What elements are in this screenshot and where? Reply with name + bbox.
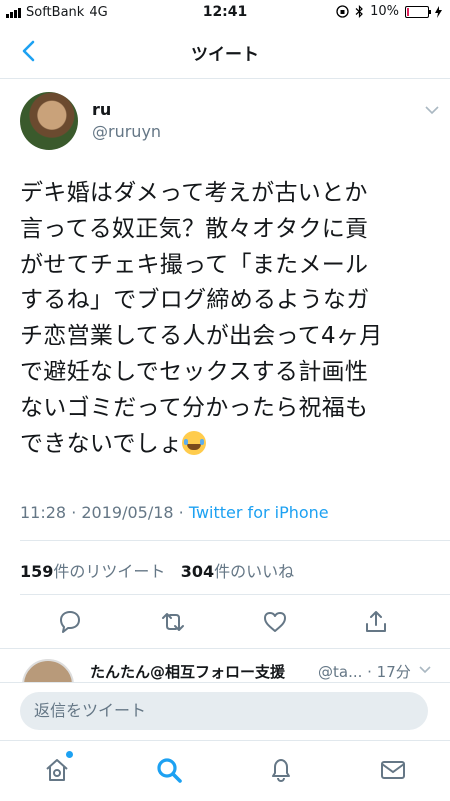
charging-icon: [435, 5, 442, 18]
retweet-label[interactable]: 件のリツイート: [53, 562, 165, 581]
search-icon: [157, 758, 182, 783]
tweet-meta: 11:28 · 2019/05/18 · Twitter for iPhone: [20, 503, 329, 522]
author-name[interactable]: ru: [92, 100, 111, 119]
home-icon: [46, 759, 68, 781]
battery-percent: 10%: [370, 4, 399, 19]
avatar[interactable]: [20, 92, 78, 150]
tab-search[interactable]: [154, 755, 184, 785]
bluetooth-icon: [355, 5, 363, 18]
nav-bar: ツイート: [0, 26, 450, 79]
chevron-down-icon[interactable]: [418, 665, 432, 675]
status-bar: SoftBank 4G 12:41 10%: [0, 0, 450, 26]
tweet-timestamp: 11:28 · 2019/05/18 ·: [20, 503, 189, 522]
reply-author-name[interactable]: たんたん@相互フォロー支援: [90, 661, 285, 682]
client-link[interactable]: Twitter for iPhone: [189, 503, 329, 522]
chevron-down-icon[interactable]: [424, 104, 440, 116]
page-title: ツイート: [191, 45, 259, 65]
heart-icon[interactable]: [261, 608, 289, 636]
compose-bar: 返信をツイート: [0, 682, 450, 741]
tab-messages[interactable]: [378, 755, 408, 785]
tab-home[interactable]: [42, 751, 73, 785]
reply-author-handle: @ta... · 17分: [318, 663, 411, 681]
share-icon[interactable]: [362, 608, 390, 636]
like-count[interactable]: 304: [181, 562, 214, 581]
tweet-stats: 159件のリツイート 304件のいいね: [20, 558, 294, 582]
reply-preview[interactable]: たんたん@相互フォロー支援 @ta... · 17分: [0, 648, 450, 683]
divider: [20, 594, 450, 595]
reply-input[interactable]: 返信をツイート: [20, 692, 428, 730]
retweet-count[interactable]: 159: [20, 562, 53, 581]
retweet-icon[interactable]: [159, 608, 187, 636]
home-notification-dot: [66, 751, 73, 758]
tweet-actions: [0, 606, 450, 640]
reply-avatar[interactable]: [22, 659, 74, 683]
like-label[interactable]: 件のいいね: [214, 562, 294, 581]
tweet-body: デキ婚はダメって考えが古いとか 言ってる奴正気？散々オタクに貢 がせてチェキ撮っ…: [20, 176, 438, 462]
messages-icon: [381, 761, 405, 779]
notifications-icon: [272, 759, 290, 783]
tab-bar: [0, 740, 450, 801]
status-right: 10%: [336, 4, 442, 19]
reply-icon[interactable]: [56, 608, 84, 636]
author-handle[interactable]: @ruruyn: [92, 122, 161, 141]
tweet-author: ru @ruruyn: [20, 92, 440, 156]
orientation-lock-icon: [336, 5, 349, 18]
joy-emoji-icon: [182, 430, 207, 455]
divider: [20, 540, 450, 541]
tweet-text: デキ婚はダメって考えが古いとか 言ってる奴正気？散々オタクに貢 がせてチェキ撮っ…: [20, 180, 383, 457]
battery-icon: [405, 5, 431, 18]
tab-notifications[interactable]: [266, 755, 296, 785]
